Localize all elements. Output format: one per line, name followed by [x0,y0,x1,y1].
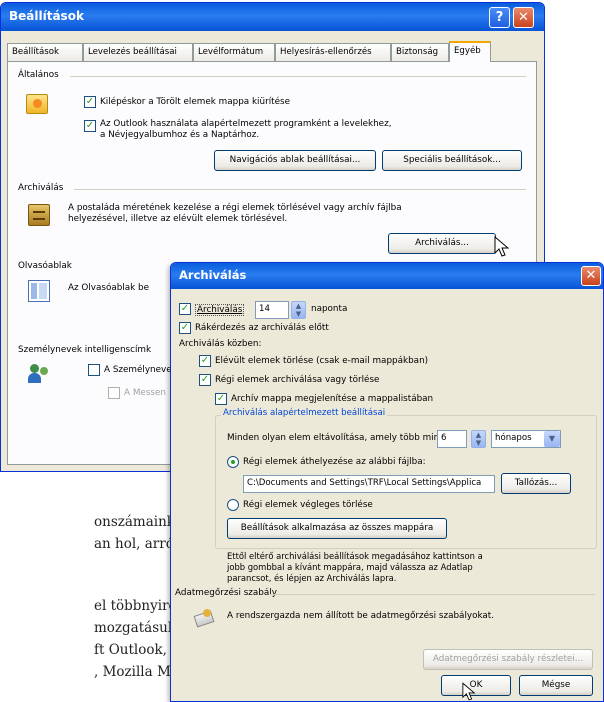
archive-dialog: Archiválás ✕ ✓ Archiválás 14 ▲ ▼ naponta … [170,262,604,702]
browse-button[interactable]: Tallózás... [501,473,571,494]
autoarchive-every-label: Archiválás [195,304,245,316]
apply-to-all-folders-button[interactable]: Beállítások alkalmazása az összes mappár… [227,518,447,539]
autoarchive-every-checkbox[interactable]: ✓ [179,303,191,315]
defaults-legend: Archiválás alapértelmezett beállításai [221,408,388,418]
tab-egyeb[interactable]: Egyéb [449,41,491,62]
permanent-delete-label: Régi elemek végleges törlése [243,500,373,510]
older-than-label: Minden olyan elem eltávolítása, amely tö… [227,433,443,443]
archiving-desc-2: helyezésével, illetve az elévült elemek … [68,214,288,224]
tab-levelezes[interactable]: Levelezés beállításai [83,43,193,61]
messenger-label: A Messen [124,388,166,398]
person-names-group-label: Személynevek intelligenscímk [18,345,152,355]
archive-old-checkbox[interactable]: ✓ [199,374,211,386]
tab-levelformatum[interactable]: Levélformátum [193,43,275,61]
retention-details-button[interactable]: Adatmegőrzési szabály részletei... [423,649,593,670]
person-names-label: A Személyneve [104,365,172,375]
autoarchive-button[interactable]: Archiválás... [388,233,496,254]
prompt-label: Rákérdezés az archiválás előtt [195,323,329,333]
period-unit-select[interactable]: hónapos ▼ [491,430,561,448]
autoarchive-days-input[interactable]: 14 [255,301,289,319]
close-button[interactable]: ✕ [513,7,534,28]
default-program-checkbox[interactable]: ✓ [84,120,96,132]
settings-title: Beállítások [9,9,84,23]
archive-path-input[interactable]: C:\Documents and Settings\TRF\Local Sett… [243,475,495,493]
settings-titlebar[interactable]: Beállítások [1,3,544,31]
tab-biztonsag[interactable]: Biztonság [391,43,449,61]
empty-deleted-checkbox[interactable]: ✓ [84,96,96,108]
ok-mouse-cursor-icon [462,682,476,701]
archive-old-label: Régi elemek archiválása vagy törlése [215,375,380,385]
archiving-divider [74,189,526,190]
magazine-line-5: ft Outlook, [94,642,167,658]
period-unit-value: hónapos [495,433,532,443]
navigation-pane-options-button[interactable]: Navigációs ablak beállításai... [214,150,376,171]
reading-pane-desc: Az Olvasóablak be [68,283,150,293]
archiving-desc-1: A postaláda méretének kezelése a régi el… [68,203,402,213]
archive-close-button[interactable]: ✕ [581,266,601,286]
delete-expired-checkbox[interactable]: ✓ [199,355,211,367]
retention-label: Adatmegőrzési szabály [175,588,277,598]
empty-deleted-label: Kilépéskor a Törölt elemek mappa kiüríté… [100,97,290,107]
messenger-checkbox[interactable] [108,387,120,399]
archive-cabinet-icon [28,204,50,226]
archive-titlebar[interactable]: Archiválás [171,263,603,289]
ok-button[interactable]: OK [441,675,511,696]
magazine-line-2: an hol, arról [94,536,179,552]
months-spinner[interactable]: ▲ ▼ [471,430,486,448]
archiving-group-label: Archiválás [18,183,64,193]
magazine-line-3: el többnyire [94,598,177,614]
prompt-checkbox[interactable]: ✓ [179,322,191,334]
general-group-label: Általános [18,70,59,80]
person-names-checkbox[interactable] [88,364,100,376]
retention-icon [193,609,215,629]
archive-title: Archiválás [179,268,247,282]
help-button[interactable]: ? [489,7,510,28]
move-old-label: Régi elemek áthelyezése az alábbi fájlba… [243,457,426,467]
reading-pane-group-label: Olvasóablak [18,261,72,271]
show-archive-folder-label: Archív mappa megjelenítése a mappalistáb… [231,394,434,404]
delete-expired-label: Elévült elemek törlése (csak e-mail mapp… [215,356,429,366]
cancel-button[interactable]: Mégse [519,675,593,696]
tab-helyesiras[interactable]: Helyesírás-ellenőrzés [275,43,391,61]
general-divider [70,76,526,77]
move-old-radio[interactable] [227,456,239,468]
during-archive-label: Archiválás közben: [179,339,262,349]
older-than-input[interactable]: 6 [437,430,467,448]
default-program-label-2: a Névjegyalbumhoz és a Naptárhoz. [100,130,260,140]
note-line-1: Ettől eltérő archiválási beállítások meg… [227,551,483,561]
magazine-line-1: onszámaink [94,514,175,530]
chevron-down-icon[interactable]: ▼ [544,431,560,447]
days-spinner[interactable]: ▲ ▼ [291,301,306,319]
reading-pane-icon [28,280,50,302]
note-line-3: parancsot, és lépjen az Archiválás lapra… [227,573,397,583]
days-unit-label: naponta [311,304,348,314]
mouse-cursor-icon [494,236,510,257]
default-program-label-1: Az Outlook használata alapértelmezett pr… [100,119,392,129]
general-icon [26,94,48,114]
permanent-delete-radio[interactable] [227,499,239,511]
show-archive-folder-checkbox[interactable]: ✓ [215,393,227,405]
retention-divider [269,594,595,595]
tab-beallitasok[interactable]: Beállítások [7,43,83,61]
note-line-2: jobb gombbal a kívánt mappára, majd vála… [227,562,473,572]
retention-text: A rendszergazda nem állított be adatmegő… [227,611,495,621]
persons-icon [28,364,52,384]
advanced-options-button[interactable]: Speciális beállítások... [382,150,522,171]
